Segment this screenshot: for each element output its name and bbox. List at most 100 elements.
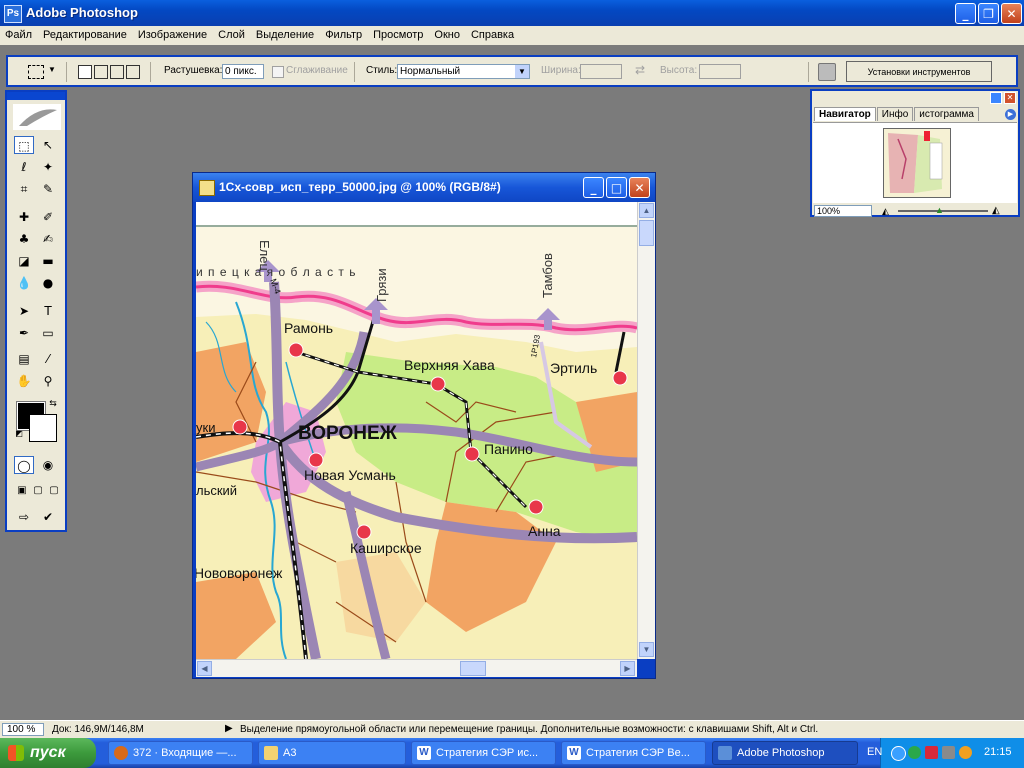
vertical-scroll-thumb[interactable] — [639, 220, 654, 246]
subtract-selection-icon[interactable] — [110, 65, 124, 79]
zoom-tool-icon[interactable]: ⚲ — [38, 372, 58, 390]
palette-close-button[interactable]: ✕ — [1004, 92, 1016, 104]
move-tool-icon[interactable]: ↖ — [38, 136, 58, 154]
language-indicator[interactable]: EN — [867, 746, 882, 758]
file-browser-icon[interactable] — [818, 63, 836, 81]
scroll-left-icon[interactable]: ◀ — [197, 661, 212, 676]
menu-layer[interactable]: Слой — [213, 26, 251, 41]
marquee-preset-icon[interactable] — [28, 65, 44, 79]
doc-close-button[interactable]: ✕ — [629, 177, 650, 198]
menu-file[interactable]: Файл — [0, 26, 38, 41]
style-select-value: Нормальный — [400, 66, 461, 77]
restore-button[interactable]: ❐ — [978, 3, 999, 24]
task-photoshop[interactable]: Adobe Photoshop — [712, 741, 858, 765]
menu-view[interactable]: Просмотр — [368, 26, 429, 41]
doc-minimize-button[interactable]: _ — [583, 177, 604, 198]
feather-logo-icon[interactable] — [13, 104, 61, 130]
lasso-tool-icon[interactable]: ℓ — [14, 158, 34, 176]
checkmark-icon[interactable]: ✔ — [38, 508, 58, 526]
minimize-button[interactable]: _ — [955, 3, 976, 24]
status-menu-arrow-icon[interactable]: ▶ — [225, 723, 233, 734]
slice-tool-icon[interactable]: ✎ — [38, 180, 58, 198]
horizontal-scrollbar[interactable]: ◀ ▶ — [196, 659, 637, 677]
new-selection-icon[interactable] — [78, 65, 92, 79]
tray-network-icon[interactable] — [908, 746, 921, 759]
navigator-thumbnail[interactable] — [883, 128, 951, 198]
shape-tool-icon[interactable]: ▭ — [38, 324, 58, 342]
width-label: Ширина: — [541, 65, 581, 76]
swap-colors-icon[interactable]: ⇆ — [47, 398, 59, 410]
eraser-icon[interactable]: ◪ — [14, 252, 34, 270]
menu-edit[interactable]: Редактирование — [38, 26, 133, 41]
menu-help[interactable]: Справка — [466, 26, 520, 41]
add-selection-icon[interactable] — [94, 65, 108, 79]
scroll-up-icon[interactable]: ▲ — [639, 203, 654, 218]
palette-minimize-button[interactable] — [990, 92, 1002, 104]
type-tool-icon[interactable]: T — [38, 302, 58, 320]
status-doc-size[interactable]: Док: 146,9М/146,8М — [52, 724, 144, 735]
task-folder-a3[interactable]: А3 — [258, 741, 406, 765]
task-word-1[interactable]: W Стратегия СЭР ис... — [411, 741, 556, 765]
tab-navigator[interactable]: Навигатор — [814, 107, 876, 121]
path-select-icon[interactable]: ➤ — [14, 302, 34, 320]
clone-stamp-icon[interactable]: ♣ — [14, 230, 34, 248]
chevron-down-icon[interactable]: ▼ — [48, 65, 56, 74]
jump-to-imageready-icon[interactable]: ⇨ — [14, 508, 34, 526]
crop-tool-icon[interactable]: ⌗ — [14, 180, 34, 198]
default-colors-icon[interactable]: ◩ — [13, 428, 25, 440]
close-button[interactable]: ✕ — [1001, 3, 1022, 24]
feather-label: Растушевка: — [164, 65, 223, 76]
navigator-zoom-input[interactable]: 100% — [814, 205, 872, 217]
antialias-checkbox[interactable] — [272, 66, 284, 78]
tab-info[interactable]: Инфо — [876, 107, 914, 121]
history-brush-icon[interactable]: ✍ — [38, 230, 58, 248]
swap-arrows-icon[interactable]: ⇄ — [635, 63, 645, 77]
document-canvas[interactable]: ВОРОНЕЖ Рамонь Верхняя Хава Эртиль Панин… — [196, 202, 637, 659]
zoom-slider-handle[interactable]: ▲ — [935, 205, 944, 215]
feather-input[interactable]: 0 пикс. — [222, 64, 264, 79]
magic-wand-icon[interactable]: ✦ — [38, 158, 58, 176]
map-label-voronezh: ВОРОНЕЖ — [298, 423, 398, 444]
scroll-right-icon[interactable]: ▶ — [620, 661, 635, 676]
menu-window[interactable]: Окно — [429, 26, 466, 41]
tray-back-icon[interactable] — [891, 746, 906, 761]
zoom-out-icon[interactable]: ◭ — [882, 206, 889, 217]
start-button[interactable]: пуск — [0, 738, 96, 768]
brush-tool-icon[interactable]: ✐ — [38, 208, 58, 226]
tab-histogram[interactable]: истограмма — [914, 107, 979, 121]
eyedropper-icon[interactable]: ⁄ — [38, 350, 58, 368]
hand-tool-icon[interactable]: ✋ — [14, 372, 34, 390]
tool-presets-tab[interactable]: Установки инструментов — [846, 61, 992, 82]
task-thunderbird[interactable]: 372 · Входящие —... — [108, 741, 253, 765]
background-color-swatch[interactable] — [29, 414, 57, 442]
horizontal-scroll-thumb[interactable] — [460, 661, 486, 676]
screen-mode-full-icon[interactable]: ▢ — [44, 482, 64, 500]
standard-mode-icon[interactable]: ◯ — [14, 456, 34, 474]
quickmask-mode-icon[interactable]: ◉ — [38, 456, 58, 474]
intersect-selection-icon[interactable] — [126, 65, 140, 79]
tray-shield-icon[interactable] — [925, 746, 938, 759]
style-select[interactable]: Нормальный ▼ — [397, 64, 530, 79]
status-zoom-input[interactable]: 100 % — [2, 723, 44, 736]
tray-update-icon[interactable] — [959, 746, 972, 759]
width-input[interactable] — [580, 64, 622, 79]
map-label-lsky: льский — [196, 483, 237, 498]
notes-tool-icon[interactable]: ▤ — [14, 350, 34, 368]
blur-icon[interactable]: 💧 — [14, 274, 34, 292]
task-word-2[interactable]: W Стратегия СЭР Ве... — [561, 741, 706, 765]
tray-volume-icon[interactable] — [942, 746, 955, 759]
marquee-tool-icon[interactable]: ⬚ — [14, 136, 34, 154]
vertical-scrollbar[interactable]: ▲ ▼ — [637, 202, 655, 659]
menu-filter[interactable]: Фильтр — [320, 26, 368, 41]
height-input[interactable] — [699, 64, 741, 79]
pen-tool-icon[interactable]: ✒ — [14, 324, 34, 342]
menu-select[interactable]: Выделение — [251, 26, 320, 41]
palette-menu-icon[interactable]: ▶ — [1005, 109, 1016, 120]
dodge-icon[interactable]: ● — [38, 274, 58, 292]
healing-brush-icon[interactable]: ✚ — [14, 208, 34, 226]
scroll-down-icon[interactable]: ▼ — [639, 642, 654, 657]
menu-image[interactable]: Изображение — [133, 26, 213, 41]
doc-maximize-button[interactable]: □ — [606, 177, 627, 198]
zoom-in-icon[interactable]: ◭ — [992, 205, 1000, 216]
gradient-icon[interactable]: ▬ — [38, 252, 58, 270]
